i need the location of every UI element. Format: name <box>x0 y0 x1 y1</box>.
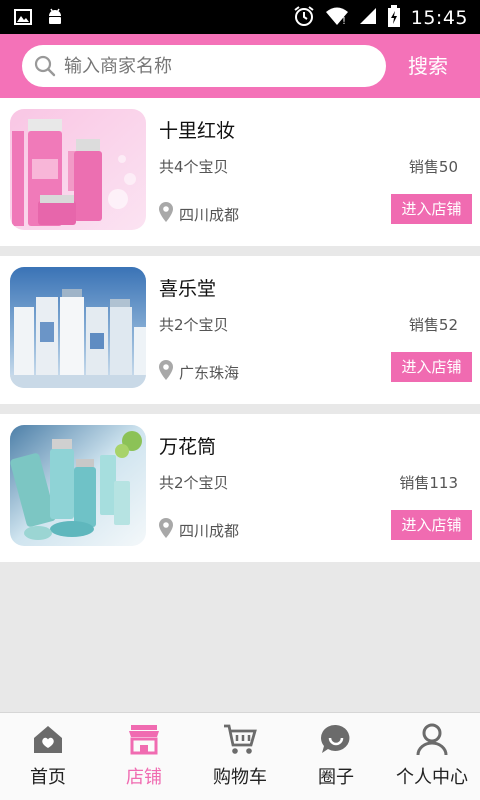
sales-count: 销售52 <box>408 316 458 334</box>
store-location: 四川成都 <box>159 518 239 542</box>
store-card[interactable]: 万花筒 共2个宝贝 销售113 四川成都 进入店铺 <box>0 414 480 562</box>
bottom-navigation: 首页 店铺 购物车 圈子 个人中心 <box>0 712 480 800</box>
status-bar: ! 15:45 <box>0 0 480 34</box>
teal-skincare-image[interactable] <box>10 425 146 546</box>
store-card[interactable]: 十里红妆 共4个宝贝 销售50 四川成都 进入店铺 <box>0 98 480 246</box>
search-header: 搜索 <box>0 34 480 98</box>
android-icon <box>46 7 64 31</box>
blue-skincare-image[interactable] <box>10 267 146 388</box>
store-location: 四川成都 <box>159 202 239 226</box>
gallery-icon <box>14 9 32 29</box>
search-input[interactable] <box>64 55 364 77</box>
enter-store-button[interactable]: 进入店铺 <box>391 510 472 540</box>
item-count: 共2个宝贝 <box>159 474 229 492</box>
cart-icon <box>222 721 258 757</box>
store-location: 广东珠海 <box>159 360 239 384</box>
nav-label: 个人中心 <box>396 767 468 788</box>
nav-label: 首页 <box>30 767 66 788</box>
store-list: 十里红妆 共4个宝贝 销售50 四川成都 进入店铺 喜乐堂 共2个宝贝 销售52… <box>0 98 480 572</box>
location-text: 广东珠海 <box>179 363 240 382</box>
search-icon <box>34 55 56 77</box>
enter-store-button[interactable]: 进入店铺 <box>391 194 472 224</box>
item-count: 共4个宝贝 <box>159 158 229 176</box>
nav-label: 店铺 <box>126 767 162 788</box>
nav-label: 圈子 <box>318 767 354 788</box>
store-name[interactable]: 喜乐堂 <box>159 274 216 301</box>
sales-count: 销售113 <box>399 474 458 492</box>
sales-count: 销售50 <box>408 158 458 176</box>
nav-profile[interactable]: 个人中心 <box>384 713 480 800</box>
svg-text:!: ! <box>342 16 346 26</box>
clock-time: 15:45 <box>410 7 468 29</box>
user-icon <box>414 721 450 757</box>
location-pin-icon <box>159 202 173 226</box>
location-text: 四川成都 <box>179 521 240 540</box>
location-pin-icon <box>159 518 173 542</box>
home-icon <box>30 721 66 757</box>
wifi-icon: ! <box>325 6 349 30</box>
nav-label: 购物车 <box>213 767 267 788</box>
store-name[interactable]: 万花筒 <box>159 432 216 459</box>
pink-cosmetics-image[interactable] <box>10 109 146 230</box>
store-name[interactable]: 十里红妆 <box>159 116 235 143</box>
nav-cart[interactable]: 购物车 <box>192 713 288 800</box>
signal-icon <box>359 7 377 29</box>
enter-store-button[interactable]: 进入店铺 <box>391 352 472 382</box>
battery-icon <box>387 5 401 31</box>
store-card[interactable]: 喜乐堂 共2个宝贝 销售52 广东珠海 进入店铺 <box>0 256 480 404</box>
nav-home[interactable]: 首页 <box>0 713 96 800</box>
chat-icon <box>318 721 354 757</box>
store-icon <box>126 721 162 757</box>
nav-circle[interactable]: 圈子 <box>288 713 384 800</box>
alarm-icon <box>293 5 315 31</box>
search-button[interactable]: 搜索 <box>392 45 464 87</box>
search-box[interactable] <box>22 45 386 87</box>
location-pin-icon <box>159 360 173 384</box>
item-count: 共2个宝贝 <box>159 316 229 334</box>
location-text: 四川成都 <box>179 205 240 224</box>
nav-store[interactable]: 店铺 <box>96 713 192 800</box>
